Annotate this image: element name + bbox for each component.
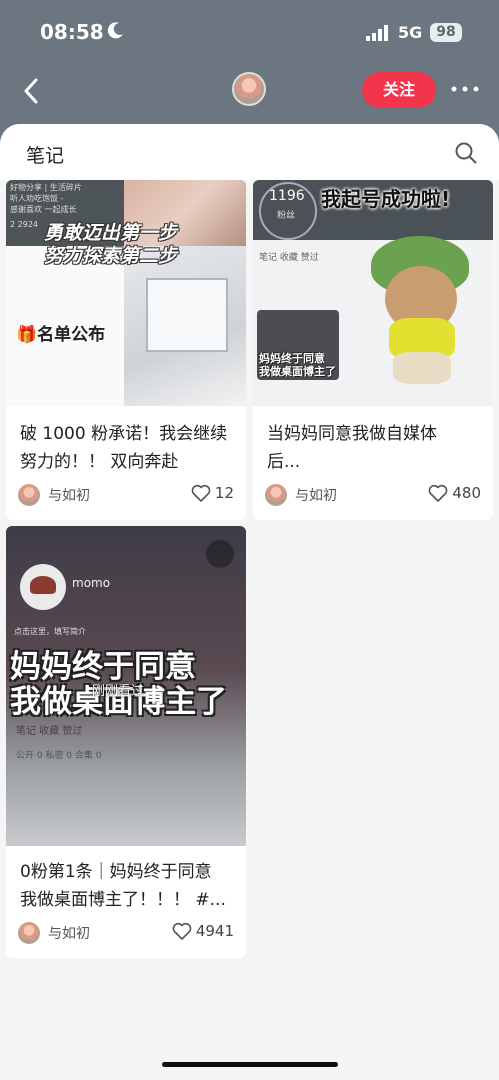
cover-caption-line: 勇敢迈出第一步 [44, 222, 178, 244]
cover-username: momo [72, 576, 111, 590]
note-title-line: 后... [267, 452, 301, 472]
more-icon[interactable] [449, 78, 481, 100]
note-card[interactable]: 1196 粉丝 我起号成功啦! 笔记 收藏 赞过 妈妈终于同意 我做桌面博主了 … [253, 180, 493, 520]
like-count: 480 [452, 484, 481, 502]
author-name: 与如初 [295, 488, 337, 504]
cover-text: 公开 0 私密 0 合集 0 [16, 751, 102, 761]
status-time: 08:58 [40, 20, 104, 44]
author-name: 与如初 [48, 926, 90, 942]
note-title-line: 我做桌面博主了！！！ #... [20, 890, 226, 910]
sheet-header: 笔记 [0, 124, 499, 180]
mushroom-cap [30, 576, 56, 594]
author-avatar [265, 484, 287, 506]
note-card[interactable]: momo 点击这里，填写简介 妈妈终于同意 我做桌面博主了 刚刚看过 笔记 收藏… [6, 526, 246, 958]
note-title-line: 0粉第1条｜妈妈终于同意 [20, 862, 212, 882]
back-arrow-icon[interactable] [20, 76, 44, 106]
search-icon[interactable] [455, 142, 477, 164]
cover-text: 笔记 收藏 赞过 [259, 253, 319, 263]
fans-count: 1196 [269, 188, 305, 204]
cover-text: 笔记 收藏 赞过 [16, 726, 83, 737]
cover-headline: 我起号成功啦! [321, 187, 451, 211]
notes-sheet: 笔记 好物分享 | 生活碎片 听人劝吃饱饭 - 感谢喜欢 一起成长 2 2924… [0, 124, 499, 1080]
note-author[interactable]: 与如初 [265, 484, 337, 506]
network-label: 5G [398, 23, 423, 42]
cover-text: 听人劝吃饱饭 - [10, 194, 64, 203]
video-icon [206, 540, 234, 568]
mini-caption: 妈妈终于同意 我做桌面博主了 [259, 352, 336, 378]
note-title[interactable]: 破 1000 粉承诺！我会继续 努力的！！ 双向奔赴 [20, 420, 227, 476]
note-title[interactable]: 当妈妈同意我做自媒体 后... [267, 420, 437, 476]
author-avatar [18, 484, 40, 506]
note-title[interactable]: 0粉第1条｜妈妈终于同意 我做桌面博主了！！！ #... [20, 858, 226, 914]
note-cover-image: 1196 粉丝 我起号成功啦! 笔记 收藏 赞过 妈妈终于同意 我做桌面博主了 [253, 180, 493, 406]
note-cover-image: 好物分享 | 生活碎片 听人劝吃饱饭 - 感谢喜欢 一起成长 2 2924 勇敢… [6, 180, 246, 406]
note-title-line: 破 1000 粉承诺！我会继续 [20, 424, 228, 444]
author-name: 与如初 [48, 488, 90, 504]
cover-text: 点击这里，填写简介 [14, 627, 86, 636]
mini-caption-line: 妈妈终于同意 [259, 352, 325, 365]
sheet-title: 笔记 [26, 145, 65, 167]
like-count: 4941 [195, 922, 234, 940]
note-cover-image: momo 点击这里，填写简介 妈妈终于同意 我做桌面博主了 刚刚看过 笔记 收藏… [6, 526, 246, 846]
home-indicator[interactable] [162, 1062, 338, 1067]
note-title-line: 当妈妈同意我做自媒体 [267, 424, 437, 444]
mini-caption-line: 我做桌面博主了 [259, 365, 336, 378]
status-bar: 08:58 5G 98 [0, 0, 499, 64]
heart-icon [191, 484, 211, 502]
heart-icon [429, 484, 448, 502]
photo-drawer [146, 278, 228, 352]
cover-text: 好物分享 | 生活碎片 [10, 183, 82, 192]
gift-icon: 🎁 [16, 325, 38, 345]
like-count: 12 [214, 484, 234, 502]
note-title-line: 努力的！！ 双向奔赴 [20, 452, 179, 472]
follow-button[interactable]: 关注 [362, 72, 436, 108]
cover-caption-line: 努力探索第二步 [44, 245, 178, 267]
note-author[interactable]: 与如初 [18, 484, 90, 506]
cover-text: 2 2924 [10, 220, 38, 229]
battery-indicator: 98 [430, 23, 462, 42]
cover-caption: 勇敢迈出第一步 努力探索第二步 [44, 222, 177, 268]
like-button[interactable]: 12 [191, 484, 234, 502]
like-button[interactable]: 4941 [172, 922, 234, 940]
moon-icon [107, 22, 123, 39]
list-label: 🎁名单公布 [16, 320, 105, 345]
note-author[interactable]: 与如初 [18, 922, 90, 944]
fans-label: 粉丝 [277, 211, 296, 221]
like-button[interactable]: 480 [428, 484, 481, 502]
recently-viewed-label: 刚刚看过 [92, 684, 145, 699]
bear-figure-legs [393, 352, 451, 384]
list-label-text: 名单公布 [37, 325, 106, 345]
author-avatar [18, 922, 40, 944]
cover-text: 感谢喜欢 一起成长 [10, 205, 77, 214]
profile-avatar[interactable] [232, 72, 266, 106]
note-card[interactable]: 好物分享 | 生活碎片 听人劝吃饱饭 - 感谢喜欢 一起成长 2 2924 勇敢… [6, 180, 246, 520]
heart-icon [172, 922, 192, 940]
signal-icon [366, 25, 388, 41]
